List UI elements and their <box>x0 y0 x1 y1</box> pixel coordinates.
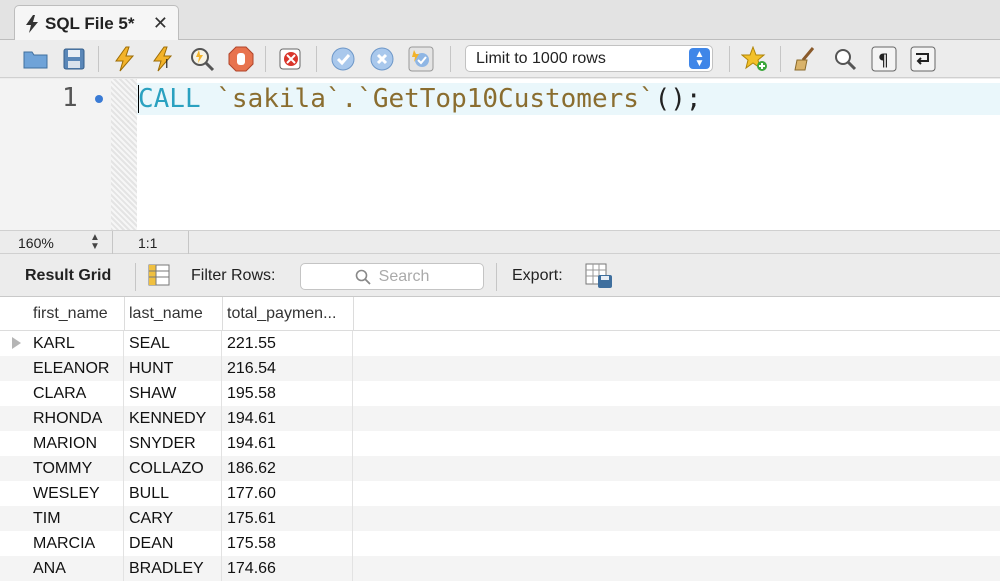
table-row[interactable]: RHONDA KENNEDY 194.61 <box>0 406 1000 431</box>
add-snippet-icon[interactable] <box>741 45 769 73</box>
svg-text:¶: ¶ <box>878 51 889 71</box>
table-cell[interactable]: 216.54 <box>222 356 353 381</box>
table-cell[interactable]: 221.55 <box>222 331 353 356</box>
column-header-last-name[interactable]: last_name <box>124 297 222 330</box>
table-row[interactable]: MARCIA DEAN 175.58 <box>0 531 1000 556</box>
column-header-total-payment[interactable]: total_paymen... <box>222 297 353 330</box>
svg-text:I: I <box>165 57 169 71</box>
column-header-first-name[interactable]: first_name <box>28 297 124 330</box>
table-cell[interactable]: COLLAZO <box>124 456 222 481</box>
zoom-stepper-icon[interactable]: ▲ ▼ <box>90 233 100 252</box>
save-icon[interactable] <box>60 45 88 73</box>
toggle-error-icon[interactable] <box>277 45 305 73</box>
table-cell[interactable]: SNYDER <box>124 431 222 456</box>
tab-sql-file[interactable]: SQL File 5* ✕ <box>14 5 179 41</box>
table-cell[interactable]: DEAN <box>124 531 222 556</box>
table-cell[interactable]: WESLEY <box>28 481 124 506</box>
table-row[interactable]: ELEANOR HUNT 216.54 <box>0 356 1000 381</box>
table-row[interactable]: CLARA SHAW 195.58 <box>0 381 1000 406</box>
grid-header: first_name last_name total_paymen... <box>0 297 1000 331</box>
search-placeholder: Search <box>378 267 430 285</box>
row-selector-icon <box>12 337 21 349</box>
chevron-up-down-icon: ▲ ▼ <box>689 48 710 69</box>
cursor-position: 1:1 <box>138 235 158 251</box>
autocommit-icon[interactable] <box>407 45 435 73</box>
table-row[interactable]: ANA BRADLEY 174.66 <box>0 556 1000 581</box>
execute-current-icon[interactable]: I <box>149 45 177 73</box>
export-icon[interactable] <box>585 263 613 294</box>
results-toolbar: Result Grid Filter Rows: Search Export: <box>0 255 1000 297</box>
editor-toolbar: I Limit to 1000 rows ▲ ▼ ¶ <box>0 40 1000 78</box>
line-number: 1 <box>62 83 78 113</box>
code-keyword: CALL <box>138 84 201 114</box>
table-cell[interactable]: HUNT <box>124 356 222 381</box>
table-cell[interactable]: 177.60 <box>222 481 353 506</box>
tab-title: SQL File 5* <box>45 13 135 33</box>
table-row[interactable]: MARION SNYDER 194.61 <box>0 431 1000 456</box>
result-grid: first_name last_name total_paymen... KAR… <box>0 297 1000 587</box>
table-row[interactable]: TOMMY COLLAZO 186.62 <box>0 456 1000 481</box>
wrap-lines-icon[interactable] <box>909 45 937 73</box>
table-row[interactable]: KARL SEAL 221.55 <box>0 331 1000 356</box>
invisible-chars-icon[interactable]: ¶ <box>870 45 898 73</box>
result-grid-tab[interactable]: Result Grid <box>25 267 111 285</box>
filter-rows-input[interactable]: Search <box>300 263 484 290</box>
table-cell[interactable]: 174.66 <box>222 556 353 581</box>
code-punctuation: (); <box>654 84 702 114</box>
table-cell[interactable]: RHONDA <box>28 406 124 431</box>
table-cell[interactable]: SEAL <box>124 331 222 356</box>
sql-editor[interactable]: 1 CALL `sakila`.`GetTop10Customers`(); <box>0 79 1000 230</box>
table-cell[interactable]: ANA <box>28 556 124 581</box>
filter-rows-label: Filter Rows: <box>191 267 276 284</box>
limit-rows-select[interactable]: Limit to 1000 rows ▲ ▼ <box>465 45 713 72</box>
grid-view-icon[interactable] <box>148 264 170 291</box>
execute-icon[interactable] <box>110 45 138 73</box>
search-icon <box>355 269 371 285</box>
table-cell[interactable]: ELEANOR <box>28 356 124 381</box>
find-icon[interactable] <box>831 45 859 73</box>
editor-status-bar: 160% ▲ ▼ 1:1 <box>0 230 1000 254</box>
table-cell[interactable]: CARY <box>124 506 222 531</box>
table-cell[interactable]: 194.61 <box>222 406 353 431</box>
statement-marker-icon <box>95 95 103 103</box>
limit-rows-value: Limit to 1000 rows <box>476 49 606 67</box>
table-cell[interactable]: 175.61 <box>222 506 353 531</box>
beautify-icon[interactable] <box>792 45 820 73</box>
editor-gutter: 1 <box>0 79 137 230</box>
commit-icon[interactable] <box>329 45 357 73</box>
table-cell[interactable]: BRADLEY <box>124 556 222 581</box>
table-cell[interactable]: 175.58 <box>222 531 353 556</box>
rollback-icon[interactable] <box>368 45 396 73</box>
table-cell[interactable]: 186.62 <box>222 456 353 481</box>
table-cell[interactable]: 195.58 <box>222 381 353 406</box>
table-cell[interactable]: 194.61 <box>222 431 353 456</box>
zoom-level: 160% <box>18 235 54 251</box>
text-caret <box>138 85 139 113</box>
export-label: Export: <box>512 267 563 284</box>
table-cell[interactable]: TOMMY <box>28 456 124 481</box>
table-row[interactable]: WESLEY BULL 177.60 <box>0 481 1000 506</box>
table-cell[interactable]: TIM <box>28 506 124 531</box>
tab-bar: SQL File 5* ✕ <box>0 0 1000 41</box>
table-cell[interactable]: BULL <box>124 481 222 506</box>
code-line[interactable]: CALL `sakila`.`GetTop10Customers`(); <box>138 83 702 115</box>
table-cell[interactable]: MARION <box>28 431 124 456</box>
open-folder-icon[interactable] <box>22 45 50 73</box>
table-cell[interactable]: KENNEDY <box>124 406 222 431</box>
explain-icon[interactable] <box>188 45 216 73</box>
table-row[interactable]: TIM CARY 175.61 <box>0 506 1000 531</box>
lightning-icon <box>26 14 38 33</box>
table-cell[interactable]: MARCIA <box>28 531 124 556</box>
table-cell[interactable]: KARL <box>28 331 124 356</box>
stop-icon[interactable] <box>227 45 255 73</box>
table-cell[interactable]: CLARA <box>28 381 124 406</box>
code-identifier: `sakila`.`GetTop10Customers` <box>216 84 655 114</box>
table-cell[interactable]: SHAW <box>124 381 222 406</box>
close-tab-icon[interactable]: ✕ <box>153 13 168 34</box>
gutter-hatch <box>111 79 137 230</box>
